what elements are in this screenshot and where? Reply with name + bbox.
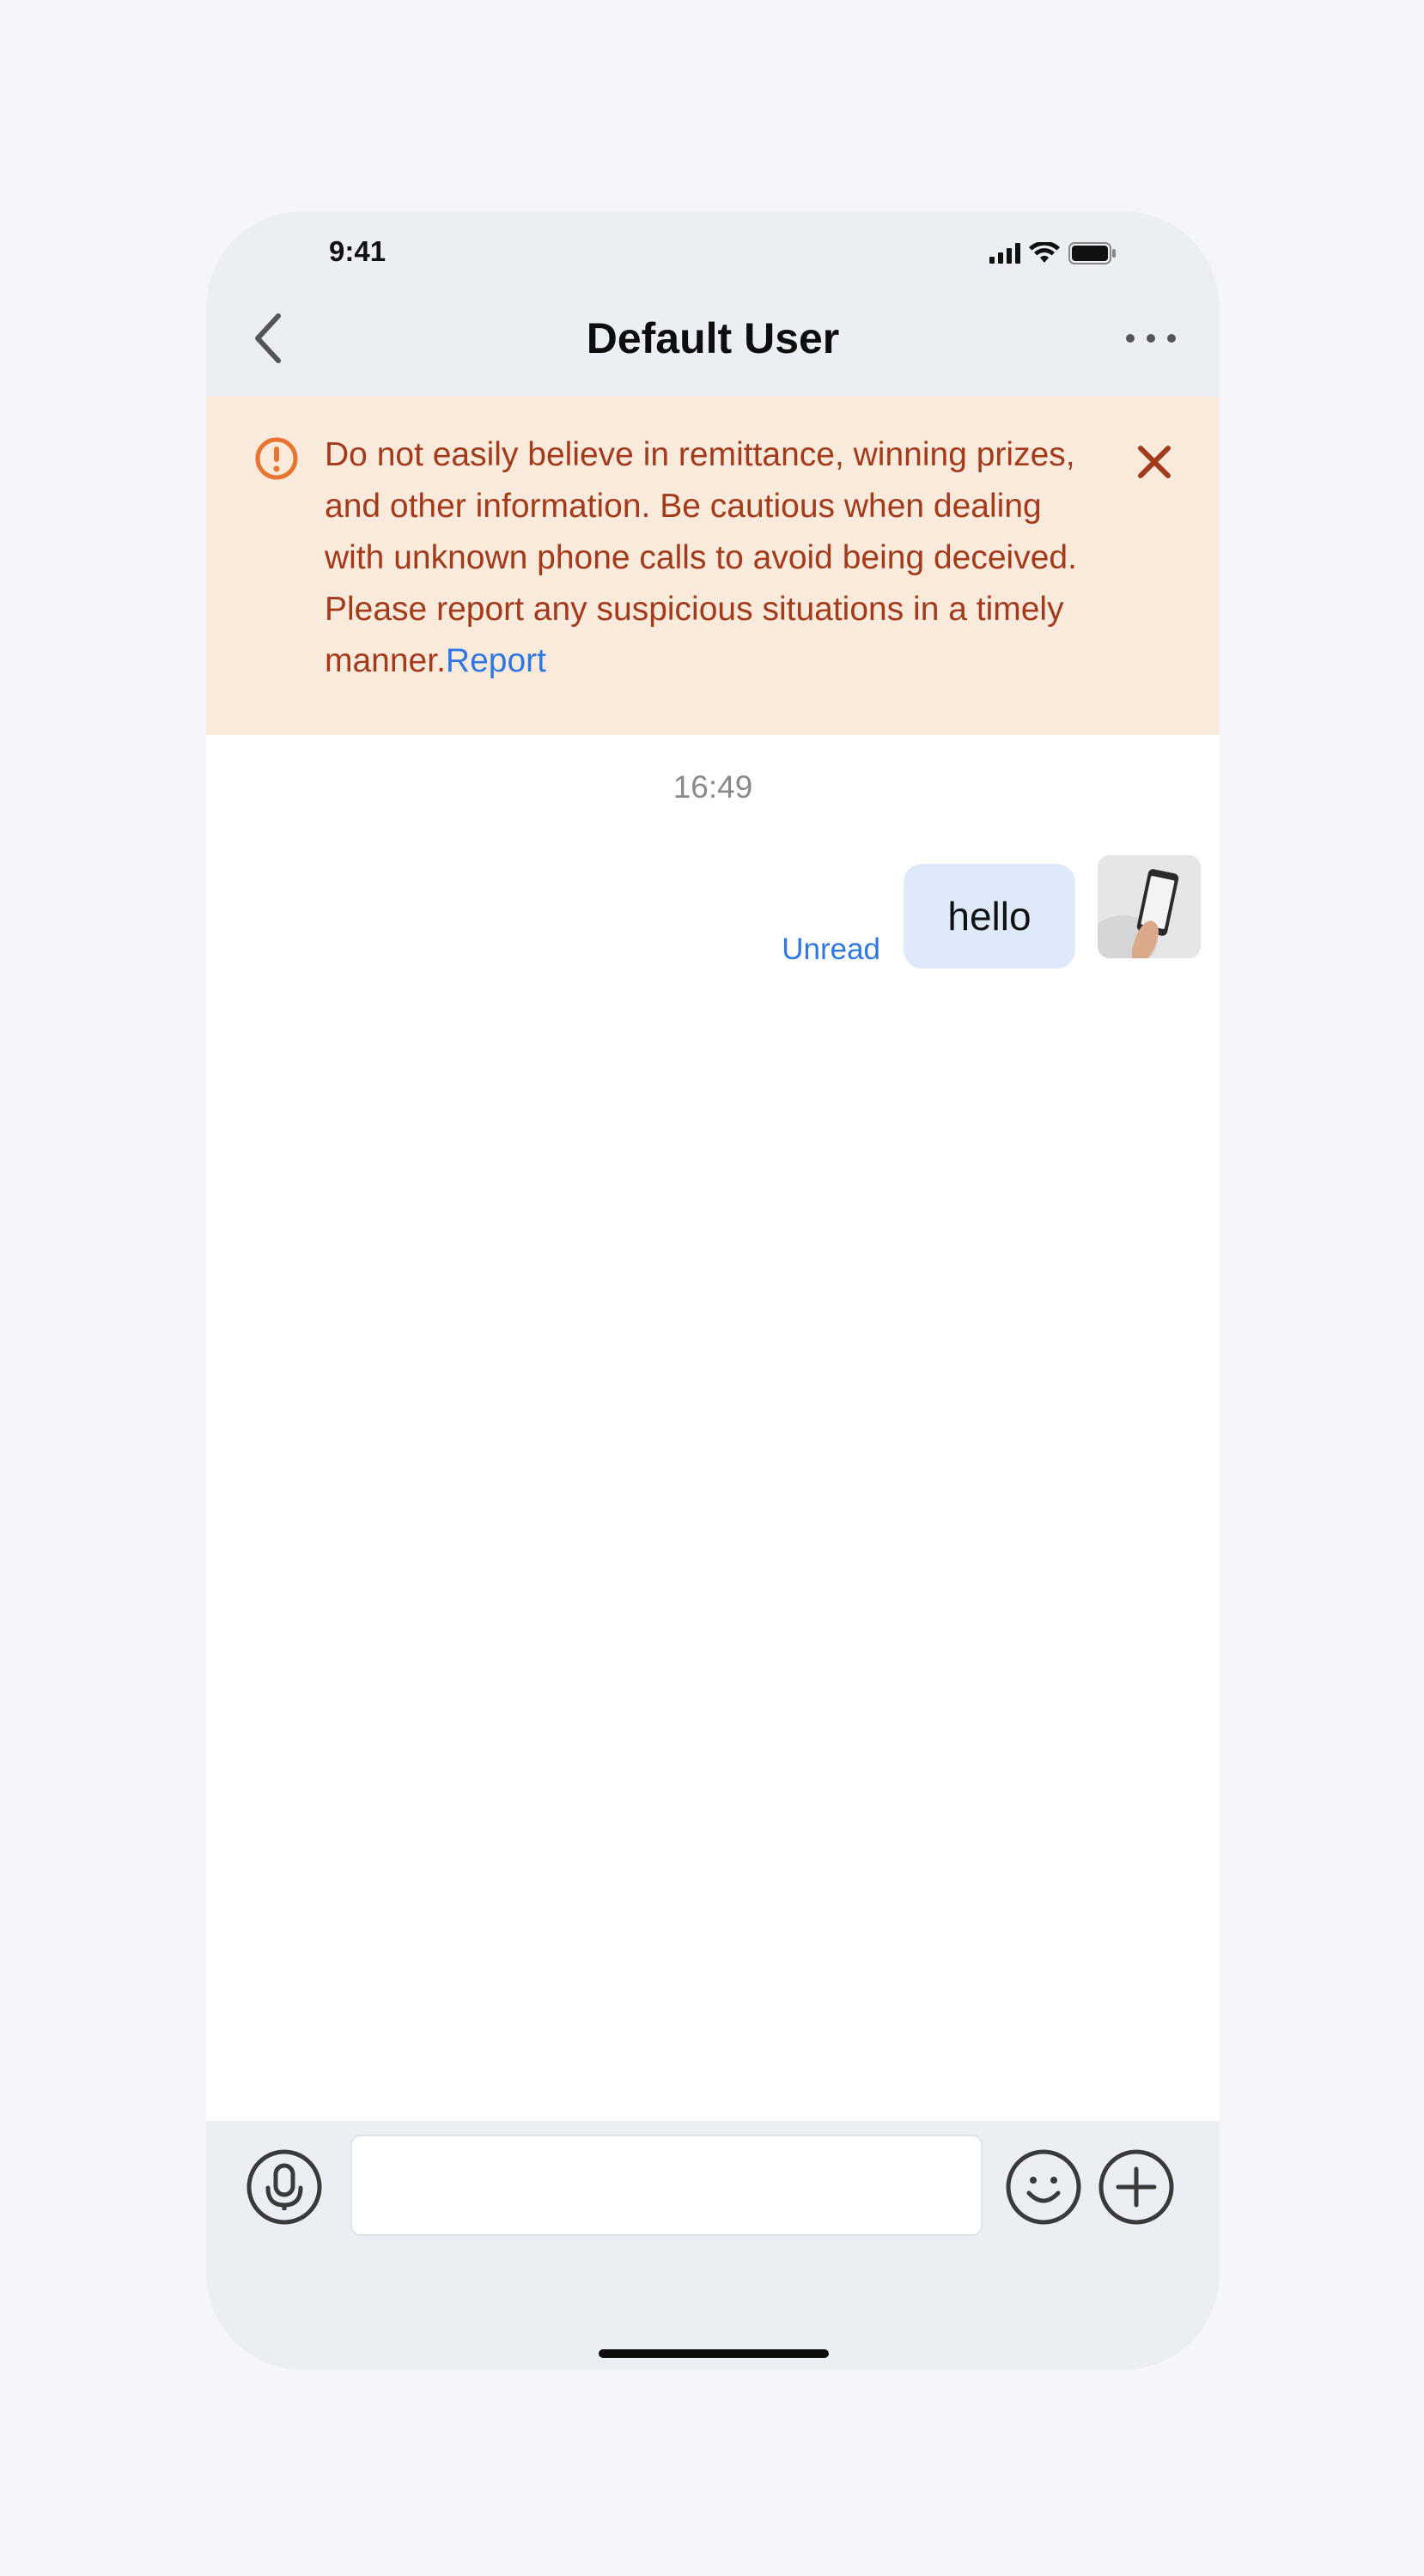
home-indicator[interactable]	[599, 2349, 829, 2358]
header-area: 9:41 Default User	[206, 211, 1220, 397]
status-icons	[989, 242, 1117, 264]
report-link[interactable]: Report	[446, 642, 546, 679]
microphone-icon[interactable]	[246, 2148, 323, 2226]
warning-message: Do not easily believe in remittance, win…	[325, 429, 1098, 687]
message-text: hello	[947, 894, 1031, 939]
battery-icon	[1068, 242, 1116, 264]
message-input[interactable]	[350, 2135, 983, 2236]
signal-icon	[989, 243, 1020, 264]
message-bubble[interactable]: hello	[904, 864, 1075, 969]
read-status: Unread	[782, 933, 880, 966]
avatar[interactable]	[1098, 855, 1201, 958]
chevron-left-icon	[255, 313, 281, 363]
status-time: 9:41	[329, 235, 386, 267]
more-button[interactable]	[1117, 313, 1185, 364]
phone-frame: 9:41 Default User Do not easily believe …	[206, 211, 1220, 2370]
composer-bar	[206, 2121, 1220, 2370]
smiley-icon[interactable]	[1005, 2148, 1082, 2226]
plus-circle-icon[interactable]	[1098, 2148, 1175, 2226]
warning-text: Do not easily believe in remittance, win…	[325, 436, 1077, 679]
phone-in-hand-image	[1098, 855, 1201, 958]
fraud-warning-banner: Do not easily believe in remittance, win…	[206, 397, 1220, 735]
ellipsis-icon	[1126, 334, 1176, 343]
page-title: Default User	[586, 314, 840, 362]
message-timestamp: 16:49	[672, 769, 753, 805]
back-button[interactable]	[242, 313, 294, 364]
wifi-icon	[1029, 242, 1060, 263]
close-icon[interactable]	[1130, 438, 1178, 486]
alert-circle-icon	[255, 437, 298, 480]
